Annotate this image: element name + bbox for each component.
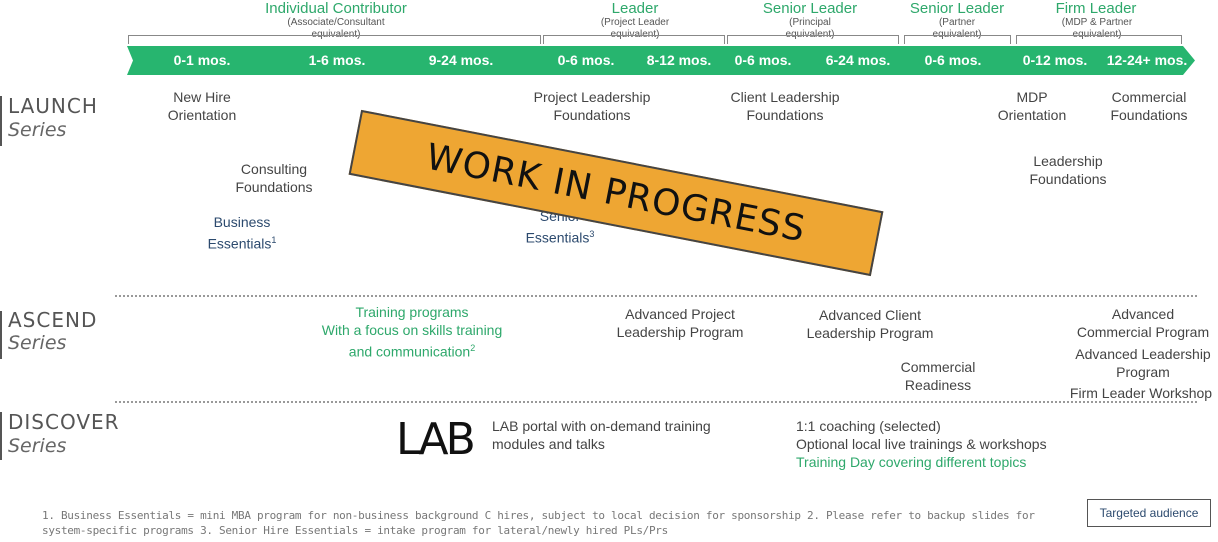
period-9-24: 9-24 mos. [428, 52, 494, 68]
advanced-leadership-program: Advanced Leadership Program [1075, 346, 1211, 380]
bracket-leader [543, 35, 725, 44]
lab-portal-description: LAB portal with on-demand training module… [492, 418, 711, 452]
commercial-foundations: Commercial Foundations [1110, 89, 1188, 123]
discover-series-sub: Series [8, 435, 67, 457]
advanced-client-leadership-program: Advanced Client Leadership Program [806, 307, 934, 341]
role-senior-leader-principal: Senior Leader [762, 0, 858, 17]
training-programs: Training programs With a focus on skills … [321, 304, 503, 360]
ascend-series-sub: Series [8, 332, 67, 354]
bracket-senior-leader-partner [904, 35, 1011, 44]
period-12-24-plus: 12-24+ mos. [1106, 52, 1188, 68]
firm-leader-workshop: Firm Leader Workshop [1069, 385, 1213, 401]
targeted-audience-legend: Targeted audience [1087, 499, 1211, 527]
advanced-project-leadership-program: Advanced Project Leadership Program [616, 306, 744, 340]
period-0-1: 0-1 mos. [173, 52, 231, 68]
period-partner-0-6: 0-6 mos. [924, 52, 982, 68]
discover-series-name: DISCOVER [8, 410, 120, 434]
launch-series-sub: Series [8, 119, 67, 141]
role-individual-contributor: Individual Contributor [265, 0, 407, 17]
mdp-orientation: MDP Orientation [997, 89, 1067, 123]
period-0-12: 0-12 mos. [1022, 52, 1088, 68]
business-essentials: Business Essentials1 [207, 214, 277, 252]
coaching: 1:1 coaching (selected) [796, 418, 941, 434]
discover-series-marker [0, 412, 2, 460]
launch-series-name: LAUNCH [8, 94, 98, 118]
ascend-series-name: ASCEND [8, 308, 98, 332]
period-6-24: 6-24 mos. [825, 52, 891, 68]
role-firm-leader: Firm Leader [1055, 0, 1137, 17]
period-1-6: 1-6 mos. [308, 52, 366, 68]
period-principal-0-6: 0-6 mos. [734, 52, 792, 68]
bracket-senior-leader-principal [727, 35, 899, 44]
bracket-firm-leader [1016, 35, 1182, 44]
new-hire-orientation: New Hire Orientation [167, 89, 237, 123]
optional-local-trainings: Optional local live trainings & workshop… [796, 436, 1047, 452]
footnote: 1. Business Essentials = mini MBA progra… [42, 509, 1035, 537]
commercial-readiness: Commercial Readiness [900, 359, 976, 393]
lab-logo: LAB [396, 414, 476, 465]
work-in-progress-banner: WORK IN PROGRESS [348, 109, 884, 277]
discover-offerings: 1:1 coaching (selected) Optional local l… [796, 417, 1096, 471]
advanced-commercial-program: Advanced Commercial Program [1076, 306, 1210, 340]
leadership-foundations: Leadership Foundations [1029, 153, 1107, 187]
separator-ascend-discover [115, 401, 1197, 403]
launch-series-marker [0, 96, 2, 146]
training-day: Training Day covering different topics [796, 454, 1027, 470]
ascend-series-marker [0, 311, 2, 359]
separator-launch-ascend [115, 295, 1197, 297]
period-8-12: 8-12 mos. [646, 52, 712, 68]
consulting-foundations: Consulting Foundations [235, 161, 313, 195]
bracket-individual-contributor [128, 35, 541, 44]
role-senior-leader-partner: Senior Leader [909, 0, 1005, 17]
project-leadership-foundations: Project Leadership Foundations [533, 89, 651, 123]
period-leader-0-6: 0-6 mos. [557, 52, 615, 68]
role-leader: Leader [611, 0, 659, 17]
client-leadership-foundations: Client Leadership Foundations [730, 89, 840, 123]
